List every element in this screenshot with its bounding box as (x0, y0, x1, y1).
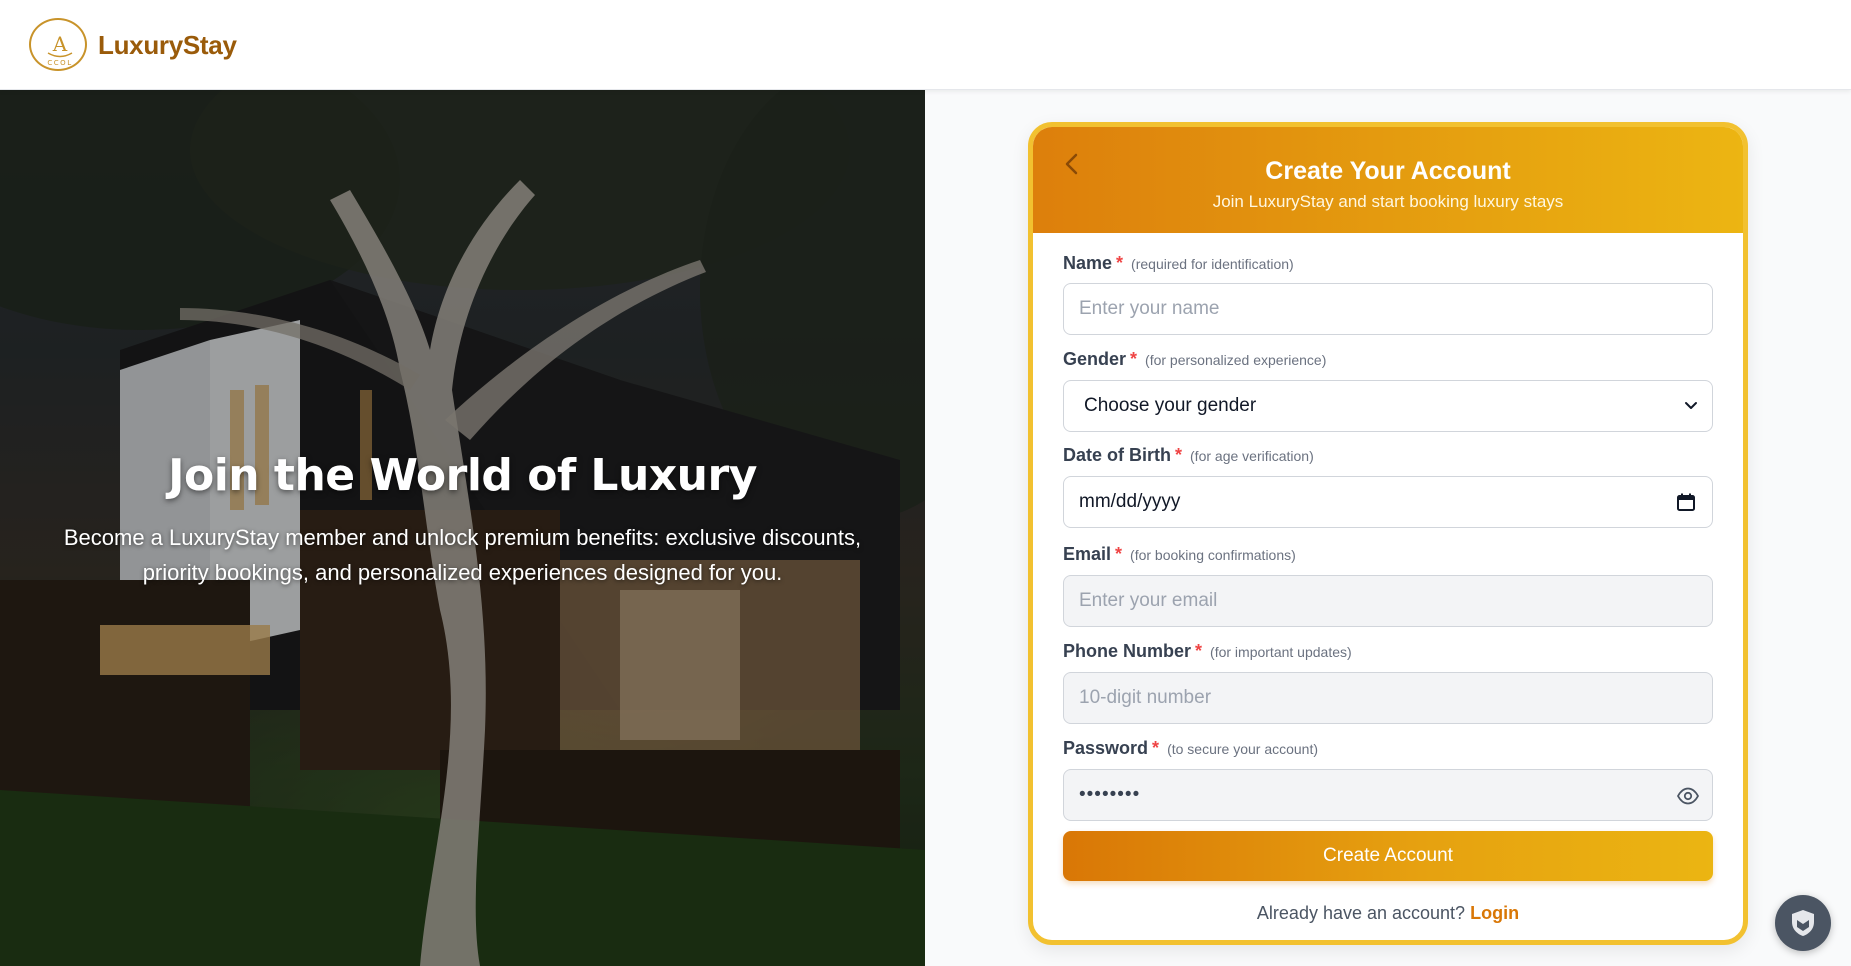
required-mark: * (1115, 544, 1123, 564)
phone-input[interactable]: 10-digit number (1063, 672, 1713, 724)
password-label: Password * (to secure your account) (1063, 738, 1319, 758)
dob-placeholder: mm/dd/yyyy (1079, 491, 1181, 512)
gender-selected-value: Choose your gender (1084, 395, 1257, 416)
signup-card: Create Your Account Join LuxuryStay and … (1028, 122, 1748, 945)
logo-sub-text: CCOL (47, 59, 72, 67)
security-widget-button[interactable] (1775, 895, 1831, 951)
name-input[interactable]: Enter your name (1063, 283, 1713, 335)
hero-description: Become a LuxuryStay member and unlock pr… (63, 525, 862, 585)
required-mark: * (1116, 253, 1124, 273)
login-prompt: Already have an account? Login (1256, 903, 1520, 923)
gender-label: Gender * (for personalized experience) (1063, 349, 1327, 369)
name-placeholder: Enter your name (1079, 298, 1220, 319)
name-label: Name * (required for identification) (1063, 253, 1294, 273)
password-hint: (to secure your account) (1167, 741, 1319, 757)
gender-select[interactable]: Choose your gender (1063, 380, 1713, 432)
email-label: Email * (for booking confirmations) (1063, 544, 1296, 564)
dob-label: Date of Birth * (for age verification) (1063, 445, 1314, 465)
password-input[interactable]: •••••••• (1063, 769, 1713, 821)
required-mark: * (1152, 738, 1160, 758)
chevron-down-icon (1685, 402, 1697, 409)
create-account-button[interactable]: Create Account (1063, 831, 1713, 881)
phone-placeholder: 10-digit number (1079, 687, 1212, 708)
login-link[interactable]: Login (1470, 903, 1519, 923)
brand-name[interactable]: LuxuryStay (98, 30, 237, 61)
email-hint: (for booking confirmations) (1130, 547, 1296, 563)
top-header: A CCOL LuxuryStay (0, 0, 1851, 90)
gender-hint: (for personalized experience) (1145, 352, 1327, 368)
form-title: Create Your Account (1265, 157, 1511, 185)
shield-check-icon (1792, 910, 1814, 936)
email-placeholder: Enter your email (1079, 590, 1218, 611)
email-input[interactable]: Enter your email (1063, 575, 1713, 627)
name-hint: (required for identification) (1131, 256, 1294, 272)
logo-mark-text: A (52, 32, 68, 56)
logo-icon: A CCOL (47, 32, 73, 67)
required-mark: * (1130, 349, 1138, 369)
eye-icon[interactable] (1676, 784, 1700, 808)
luxurystay-crest-logo[interactable]: A CCOL (29, 18, 87, 71)
required-mark: * (1175, 445, 1183, 465)
form-subtitle: Join LuxuryStay and start booking luxury… (1212, 192, 1564, 211)
required-mark: * (1195, 641, 1203, 661)
password-masked-value: •••••••• (1079, 784, 1141, 805)
dob-input[interactable]: mm/dd/yyyy (1063, 476, 1713, 528)
dob-hint: (for age verification) (1190, 448, 1314, 464)
hero-title: Join the World of Luxury (168, 450, 757, 501)
card-header: Create Your Account Join LuxuryStay and … (1033, 127, 1743, 233)
hero-section: Join the World of Luxury Become a Luxury… (0, 90, 925, 966)
phone-hint: (for important updates) (1210, 644, 1352, 660)
phone-label: Phone Number * (for important updates) (1063, 641, 1352, 661)
calendar-icon[interactable] (1676, 492, 1696, 512)
